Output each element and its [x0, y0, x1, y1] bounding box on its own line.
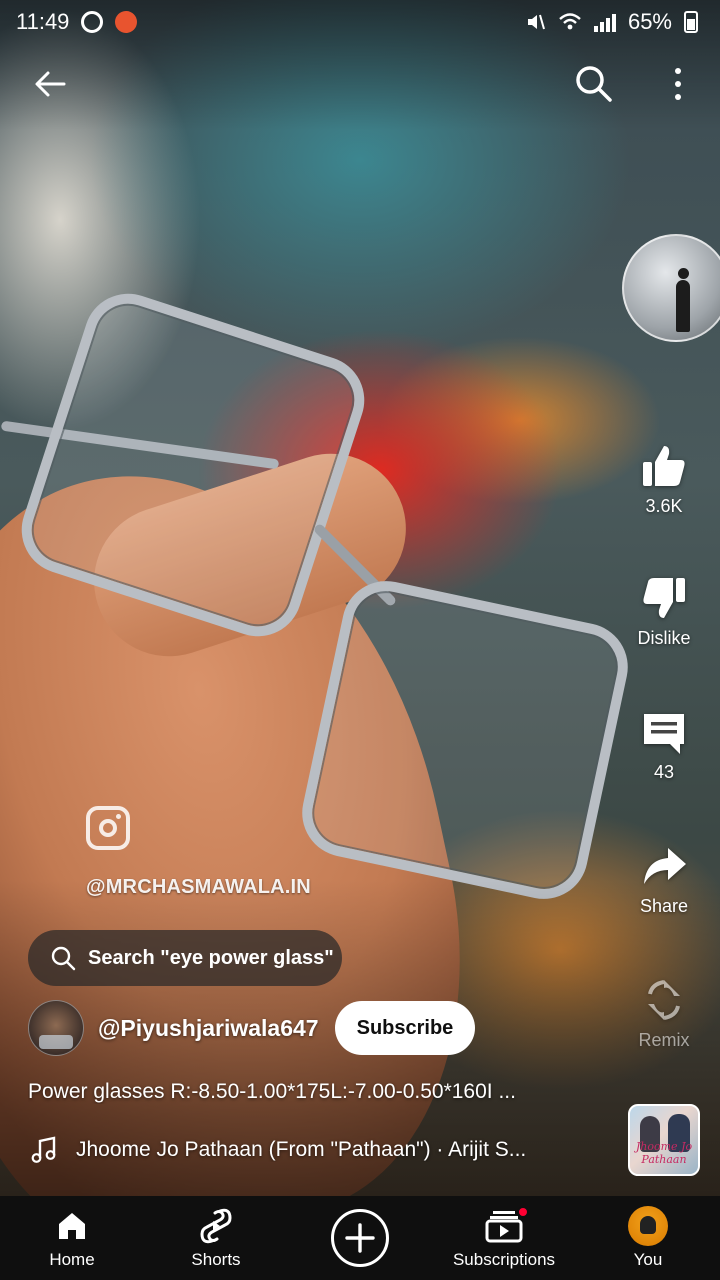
subscribe-button[interactable]: Subscribe — [334, 1001, 476, 1055]
like-count: 3.6K — [645, 496, 683, 516]
create-plus-icon — [331, 1209, 389, 1267]
channel-avatar[interactable] — [28, 1000, 84, 1056]
creator-thumbnail[interactable] — [622, 234, 720, 342]
remix-label: Remix — [638, 1030, 690, 1050]
thumbs-up-icon — [643, 446, 685, 486]
music-note-icon — [31, 1136, 56, 1163]
status-time: 11:49 — [16, 9, 70, 34]
search-icon — [51, 946, 76, 971]
status-left: 11:49 — [16, 9, 138, 35]
wifi-icon — [559, 13, 581, 30]
search-icon[interactable] — [572, 62, 616, 106]
sound-thumbnail[interactable]: Jhoome Jo Pathaan — [628, 1104, 700, 1176]
search-suggestion-pill[interactable]: Search "eye power glass" — [28, 930, 342, 986]
battery-percent: 65% — [627, 9, 672, 34]
instagram-handle: @MRCHASMAWALA.IN — [86, 876, 311, 898]
nav-you-label: You — [633, 1250, 663, 1269]
music-title: Jhoome Jo Pathaan (From "Pathaan") · Ari… — [76, 1138, 527, 1161]
status-right: 65% — [524, 9, 698, 35]
comment-icon — [644, 714, 684, 754]
nav-home[interactable]: Home — [2, 1206, 142, 1270]
nav-subscriptions-label: Subscriptions — [452, 1250, 556, 1269]
nav-you[interactable]: You — [578, 1206, 718, 1270]
like-button[interactable]: 3.6K — [624, 442, 704, 517]
thumbs-down-icon — [643, 578, 685, 618]
video-description[interactable]: Power glasses R:-8.50-1.00*175L:-7.00-0.… — [28, 1080, 608, 1104]
share-arrow-icon — [644, 848, 686, 884]
notification-dot — [517, 1206, 529, 1218]
nav-shorts[interactable]: Shorts — [146, 1206, 286, 1270]
signal-icon — [593, 12, 616, 32]
glasses-lens-right — [294, 572, 636, 908]
battery-icon — [684, 11, 698, 33]
music-row[interactable]: Jhoome Jo Pathaan (From "Pathaan") · Ari… — [30, 1136, 604, 1164]
dislike-label: Dislike — [637, 628, 691, 648]
more-vertical-icon[interactable] — [668, 64, 688, 104]
home-icon — [59, 1213, 85, 1239]
share-button[interactable]: Share — [624, 842, 704, 917]
search-suggestion-text: Search "eye power glass" — [88, 946, 334, 969]
bottom-nav: Home Shorts Subscriptions You — [0, 1196, 720, 1280]
status-bar: 11:49 65% — [0, 0, 720, 44]
mute-icon — [527, 14, 545, 30]
instagram-icon — [86, 806, 130, 850]
comments-button[interactable]: 43 — [624, 708, 704, 783]
nav-create[interactable] — [290, 1209, 430, 1267]
messenger-icon — [115, 11, 138, 33]
avatar — [628, 1206, 668, 1246]
share-label: Share — [639, 896, 689, 916]
channel-row: @Piyushjariwala647 Subscribe — [28, 1000, 476, 1056]
dislike-button[interactable]: Dislike — [624, 574, 704, 649]
nav-shorts-label: Shorts — [191, 1250, 241, 1269]
arrow-left-icon[interactable] — [30, 64, 70, 104]
comment-count: 43 — [653, 762, 675, 782]
channel-handle[interactable]: @Piyushjariwala647 — [98, 1015, 319, 1042]
nav-subscriptions[interactable]: Subscriptions — [434, 1206, 574, 1270]
shorts-icon — [200, 1208, 232, 1244]
remix-button[interactable]: Remix — [624, 976, 704, 1051]
aperture-icon — [81, 11, 104, 33]
remix-icon — [648, 980, 680, 1020]
nav-home-label: Home — [49, 1250, 95, 1269]
